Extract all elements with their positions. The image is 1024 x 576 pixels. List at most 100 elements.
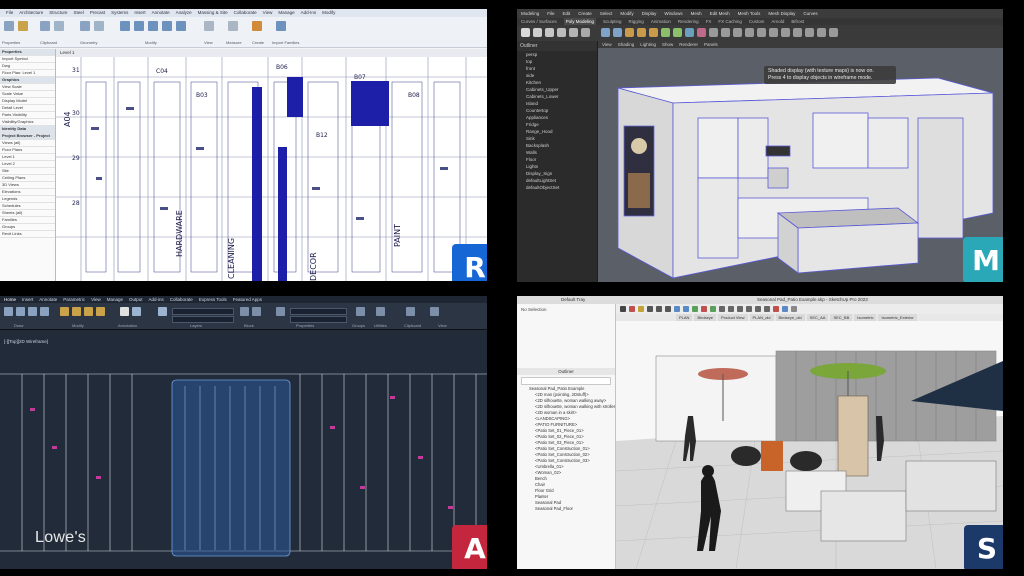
maya-menu-item[interactable]: File (547, 9, 554, 18)
browser-item[interactable]: 3D Views (0, 182, 55, 189)
autocad-tab[interactable]: Featured Apps (233, 296, 262, 303)
shelf-tab[interactable]: Sculpting (603, 18, 622, 25)
revit-tab[interactable]: Systems (111, 9, 128, 17)
cone-icon[interactable] (557, 28, 566, 37)
modify-tool-icon[interactable] (4, 21, 14, 31)
outliner-header[interactable]: Outliner (517, 368, 615, 375)
browser-item[interactable]: Level 1 (0, 154, 55, 161)
view-icon[interactable] (204, 21, 214, 31)
props-row[interactable]: Detail Level (0, 105, 55, 112)
delete-history-icon[interactable] (805, 28, 814, 37)
pan-icon[interactable] (746, 306, 752, 312)
center-pivot-icon[interactable] (829, 28, 838, 37)
move-icon[interactable] (162, 21, 172, 31)
sketchup-viewport[interactable] (615, 321, 1003, 569)
unfold-icon[interactable] (769, 28, 778, 37)
props-row[interactable]: Dwg (0, 63, 55, 70)
linetype-dropdown[interactable] (290, 316, 347, 323)
revit-tab[interactable]: Collaborate (234, 9, 257, 17)
color-dropdown[interactable] (290, 308, 347, 315)
outliner-item[interactable]: Kitchen (517, 79, 597, 86)
autocad-tab[interactable]: Parametric (63, 296, 85, 303)
eraser-icon[interactable] (629, 306, 635, 312)
revit-tab[interactable]: Insert (134, 9, 145, 17)
cut-icon[interactable] (54, 21, 64, 31)
layer-dropdown[interactable] (172, 308, 234, 315)
maya-menu-item[interactable]: Select (600, 9, 613, 18)
move-icon[interactable] (692, 306, 698, 312)
browser-item[interactable]: Elevations (0, 189, 55, 196)
copy-icon[interactable] (84, 307, 93, 316)
scene-tab[interactable]: SEC_AA (806, 314, 829, 321)
line-icon[interactable] (4, 307, 13, 316)
sew-uv-icon[interactable] (757, 28, 766, 37)
shelf-tab[interactable]: Arnold (771, 18, 784, 25)
dimension-icon[interactable] (132, 307, 141, 316)
shelf-tab[interactable]: Curves / Surfaces (521, 18, 557, 25)
maya-menu-item[interactable]: Create (578, 9, 592, 18)
outliner-search-input[interactable] (521, 377, 611, 385)
outliner-item[interactable]: front (517, 65, 597, 72)
layer-properties-icon[interactable] (158, 307, 167, 316)
maya-viewport[interactable]: View Shading Lighting Show Renderer Pane… (598, 41, 1003, 282)
revit-tab[interactable]: Steel (74, 9, 84, 17)
import-family-icon[interactable] (276, 21, 286, 31)
browser-item[interactable]: Schedules (0, 203, 55, 210)
outliner-item[interactable]: top (517, 58, 597, 65)
revit-view-tab[interactable]: Level 1 (56, 49, 487, 57)
create-block-icon[interactable] (252, 307, 261, 316)
props-row[interactable]: Display Model (0, 98, 55, 105)
arc-icon[interactable] (656, 306, 662, 312)
scene-tab[interactable]: Isometric_Exterior (878, 314, 917, 321)
cylinder-icon[interactable] (545, 28, 554, 37)
offset-icon[interactable] (134, 21, 144, 31)
paint-bucket-icon[interactable] (638, 306, 644, 312)
plane-icon[interactable] (581, 28, 590, 37)
layout-uv-icon[interactable] (781, 28, 790, 37)
autocad-tab[interactable]: Home (4, 296, 16, 303)
outliner-item[interactable]: Cabinets_Upper (517, 86, 597, 93)
outliner-item[interactable]: Backsplash (517, 142, 597, 149)
planar-map-icon[interactable] (721, 28, 730, 37)
revit-tab[interactable]: File (6, 9, 13, 17)
outliner-item[interactable]: Appliances (517, 114, 597, 121)
scene-tab[interactable]: PLAN_old (749, 314, 774, 321)
bevel-icon[interactable] (649, 28, 658, 37)
torus-icon[interactable] (569, 28, 578, 37)
mirror-icon[interactable] (148, 21, 158, 31)
multi-cut-icon[interactable] (661, 28, 670, 37)
browser-item[interactable]: Floor Plans (0, 147, 55, 154)
orbit-icon[interactable] (737, 306, 743, 312)
revit-tab[interactable]: Precast (90, 9, 105, 17)
maya-menu-item[interactable]: Edit Mesh (710, 9, 730, 18)
line-icon[interactable] (647, 306, 653, 312)
zoom-icon[interactable] (755, 306, 761, 312)
outliner-item[interactable]: Seasonal Pad_Floor (517, 506, 615, 512)
scene-tab[interactable]: Birdseye_old (775, 314, 805, 321)
outliner-item[interactable]: Fridge (517, 121, 597, 128)
bridge-icon[interactable] (637, 28, 646, 37)
cube-icon[interactable] (533, 28, 542, 37)
insert-block-icon[interactable] (240, 307, 249, 316)
paste-icon[interactable] (406, 307, 415, 316)
scale-icon[interactable] (710, 306, 716, 312)
outliner-item[interactable]: Countertop (517, 107, 597, 114)
maya-menu-item[interactable]: Mesh Display (768, 9, 795, 18)
maya-menu-item[interactable]: Windows (664, 9, 682, 18)
auto-seams-icon[interactable] (733, 28, 742, 37)
outliner-item[interactable]: Range_Hood (517, 128, 597, 135)
align-icon[interactable] (120, 21, 130, 31)
viewport-menu-item[interactable]: Panels (704, 41, 718, 48)
combine-icon[interactable] (601, 28, 610, 37)
rotate-icon[interactable] (72, 307, 81, 316)
autocad-tab[interactable]: Output (129, 296, 143, 303)
paste-icon[interactable] (40, 21, 50, 31)
extrude-icon[interactable] (625, 28, 634, 37)
circle-icon[interactable] (28, 307, 37, 316)
props-row[interactable]: Import Symbol (0, 56, 55, 63)
insert-loop-icon[interactable] (673, 28, 682, 37)
mirror-icon[interactable] (96, 307, 105, 316)
maya-menu-item[interactable]: Mesh Tools (738, 9, 761, 18)
revit-tab[interactable]: Analyze (176, 9, 192, 17)
maya-menu-item[interactable]: Curves (803, 9, 817, 18)
